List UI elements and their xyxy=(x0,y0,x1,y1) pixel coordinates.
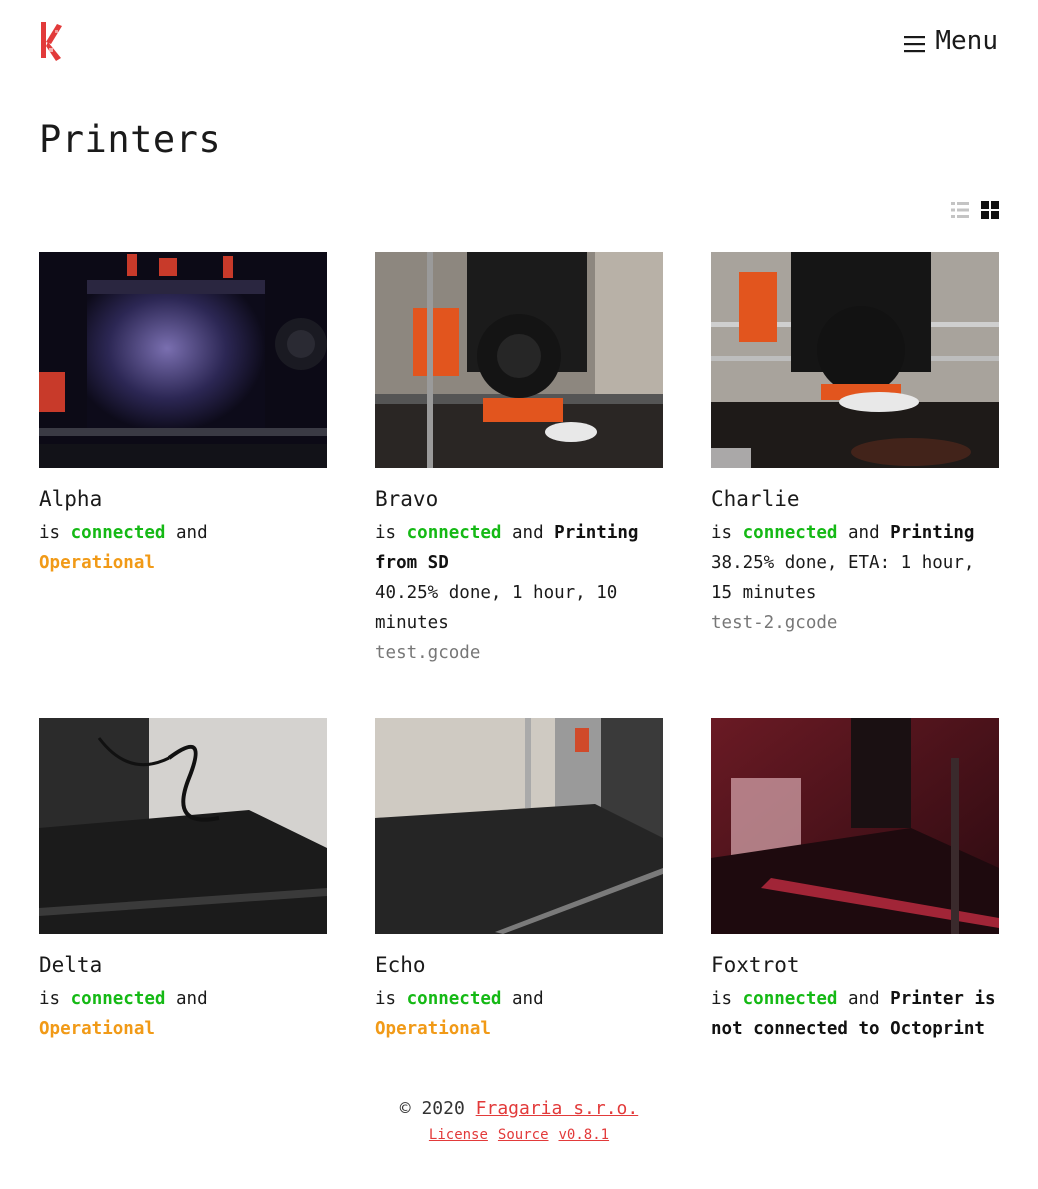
print-progress: 38.25% done, ETA: 1 hour, 15 minutes xyxy=(711,553,975,603)
printer-card-charlie[interactable]: Charlie is connected and Printing 38.25%… xyxy=(711,252,999,718)
footer-links: License Source v0.8.1 xyxy=(0,1127,1038,1143)
printer-name[interactable]: Delta xyxy=(39,952,327,978)
app-logo-icon[interactable] xyxy=(39,18,65,64)
connection-status: connected xyxy=(406,523,502,543)
menu-button[interactable]: Menu xyxy=(904,26,998,56)
company-link[interactable]: Fragaria s.r.o. xyxy=(476,1098,639,1119)
list-view-icon[interactable] xyxy=(951,201,969,219)
connection-status: connected xyxy=(742,523,838,543)
printer-state: Operational xyxy=(39,1019,155,1039)
license-link[interactable]: License xyxy=(429,1127,488,1143)
printer-name[interactable]: Alpha xyxy=(39,486,327,512)
printer-state: Operational xyxy=(375,1019,491,1039)
connection-status: connected xyxy=(70,523,166,543)
grid-view-icon[interactable] xyxy=(981,201,999,219)
printer-state: Operational xyxy=(39,553,155,573)
print-file: test.gcode xyxy=(375,643,481,663)
footer: © 2020 Fragaria s.r.o. License Source v0… xyxy=(0,1098,1038,1143)
printer-camera-image[interactable] xyxy=(711,252,999,468)
printer-camera-image[interactable] xyxy=(39,252,327,468)
print-file: test-2.gcode xyxy=(711,613,838,633)
connection-status: connected xyxy=(70,989,166,1009)
copyright: © 2020 Fragaria s.r.o. xyxy=(399,1098,639,1119)
source-link[interactable]: Source xyxy=(498,1127,549,1143)
view-toggle xyxy=(951,201,999,219)
printer-name[interactable]: Foxtrot xyxy=(711,952,999,978)
printer-status: is connected and Printer is not connecte… xyxy=(711,989,996,1039)
printer-name[interactable]: Echo xyxy=(375,952,663,978)
printer-camera-image[interactable] xyxy=(39,718,327,934)
connection-status: connected xyxy=(742,989,838,1009)
printer-name[interactable]: Bravo xyxy=(375,486,663,512)
hamburger-icon xyxy=(904,31,926,53)
menu-label: Menu xyxy=(935,26,998,56)
printer-card-bravo[interactable]: Bravo is connected and Printing from SD … xyxy=(375,252,663,718)
printer-camera-image[interactable] xyxy=(375,718,663,934)
printer-grid: Alpha is connected and Operational Bravo… xyxy=(39,252,999,1184)
page-title: Printers xyxy=(39,118,222,161)
header: Menu xyxy=(39,18,998,64)
printer-name[interactable]: Charlie xyxy=(711,486,999,512)
printer-card-alpha[interactable]: Alpha is connected and Operational xyxy=(39,252,327,718)
printer-status: is connected and Operational xyxy=(39,523,208,573)
printer-camera-image[interactable] xyxy=(711,718,999,934)
printer-status: is connected and Operational xyxy=(375,989,544,1039)
connection-status: connected xyxy=(406,989,502,1009)
printer-camera-image[interactable] xyxy=(375,252,663,468)
print-progress: 40.25% done, 1 hour, 10 minutes xyxy=(375,583,618,633)
printer-state: Printing xyxy=(890,523,975,543)
printer-status: is connected and Operational xyxy=(39,989,208,1039)
printer-status: is connected and Printing 38.25% done, E… xyxy=(711,518,999,638)
printer-status: is connected and Printing from SD 40.25%… xyxy=(375,518,663,668)
version-link[interactable]: v0.8.1 xyxy=(559,1127,610,1143)
